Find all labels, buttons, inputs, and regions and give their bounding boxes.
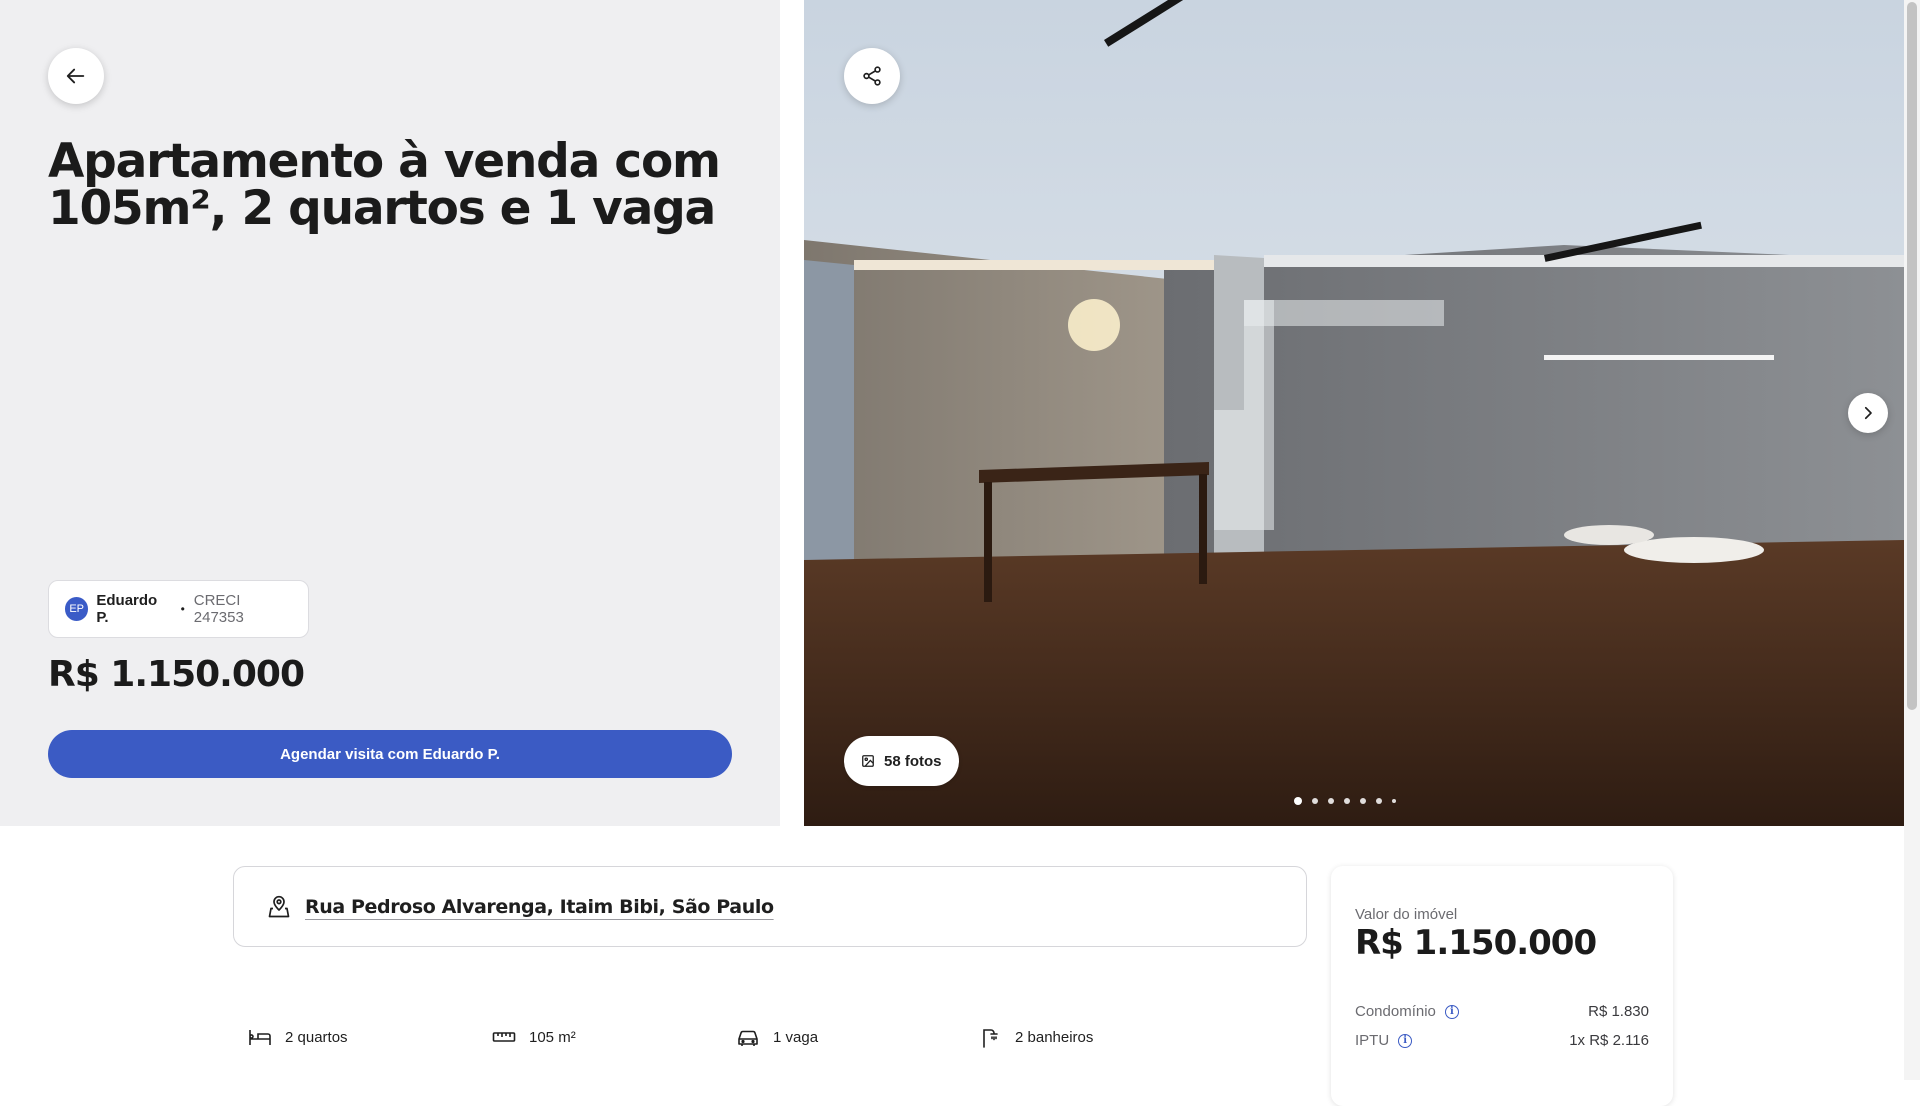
carousel-dot[interactable]: [1328, 798, 1334, 804]
schedule-visit-button[interactable]: Agendar visita com Eduardo P.: [48, 730, 732, 778]
agent-card[interactable]: EP Eduardo P. • CRECI 247353: [48, 580, 309, 638]
share-icon: [863, 66, 881, 86]
feature-area: 105 m²: [492, 1026, 736, 1048]
listing-photo: [804, 0, 1904, 826]
address-box[interactable]: Rua Pedroso Alvarenga, Itaim Bibi, São P…: [233, 866, 1307, 947]
feature-label: 2 quartos: [285, 1028, 348, 1046]
fee-amount: 1x R$ 2.116: [1569, 1032, 1649, 1049]
fee-label: Condomínio: [1355, 1003, 1436, 1020]
agent-name: Eduardo P.: [96, 592, 158, 626]
image-icon: [862, 755, 874, 767]
carousel-dot[interactable]: [1294, 797, 1302, 805]
info-icon[interactable]: i: [1444, 1004, 1459, 1019]
info-icon[interactable]: i: [1398, 1033, 1413, 1048]
feature-label: 2 banheiros: [1015, 1028, 1094, 1046]
feature-label: 1 vaga: [773, 1028, 819, 1046]
value-price: R$ 1.150.000: [1355, 923, 1597, 963]
photo-gallery[interactable]: 58 fotos: [804, 0, 1904, 826]
ruler-icon: [492, 1032, 516, 1042]
share-button[interactable]: [844, 48, 900, 104]
divider: [780, 0, 804, 826]
photos-count-button[interactable]: 58 fotos: [844, 736, 959, 786]
carousel-dot[interactable]: [1360, 798, 1366, 804]
carousel-dot[interactable]: [1344, 798, 1350, 804]
scrollbar[interactable]: [1904, 0, 1920, 1080]
address-link[interactable]: Rua Pedroso Alvarenga, Itaim Bibi, São P…: [305, 896, 774, 918]
photos-count-label: 58 fotos: [884, 752, 942, 770]
value-label: Valor do imóvel: [1355, 906, 1458, 923]
carousel-dot[interactable]: [1376, 798, 1382, 804]
feature-bathrooms: 2 banheiros: [980, 1026, 1224, 1048]
features-row: 2 quartos 105 m² 1 vaga 2 banheiros: [248, 1026, 1224, 1048]
listing-hero: Apartamento à venda com 105m², 2 quartos…: [0, 0, 1904, 826]
fee-label: IPTU: [1355, 1032, 1390, 1049]
carousel-dot[interactable]: [1392, 799, 1396, 803]
next-photo-button[interactable]: [1848, 393, 1888, 433]
listing-summary-panel: Apartamento à venda com 105m², 2 quartos…: [0, 0, 780, 826]
fee-row-iptu: IPTU i 1x R$ 2.116: [1355, 1032, 1649, 1049]
map-pin-icon: [268, 895, 290, 917]
listing-title: Apartamento à venda com 105m², 2 quartos…: [48, 134, 721, 236]
car-icon: [738, 1030, 758, 1046]
bed-icon: [249, 1030, 271, 1045]
fee-amount: R$ 1.830: [1588, 1003, 1649, 1020]
agent-creci: CRECI 247353: [193, 592, 244, 626]
scrollbar-thumb[interactable]: [1907, 2, 1917, 710]
separator-dot: •: [180, 602, 185, 616]
chevron-right-icon: [1864, 406, 1872, 420]
shower-icon: [983, 1029, 998, 1048]
price-summary-card: Valor do imóvel R$ 1.150.000 Condomínio …: [1331, 866, 1673, 1106]
carousel-dot[interactable]: [1312, 798, 1318, 804]
feature-label: 105 m²: [529, 1028, 576, 1046]
listing-price: R$ 1.150.000: [48, 654, 305, 695]
feature-bedrooms: 2 quartos: [248, 1026, 492, 1048]
avatar: EP: [65, 597, 89, 621]
back-button[interactable]: [48, 48, 104, 104]
feature-parking: 1 vaga: [736, 1026, 980, 1048]
fee-row-condominio: Condomínio i R$ 1.830: [1355, 1003, 1649, 1020]
carousel-dots: [1294, 797, 1396, 805]
arrow-left-icon: [66, 68, 85, 84]
